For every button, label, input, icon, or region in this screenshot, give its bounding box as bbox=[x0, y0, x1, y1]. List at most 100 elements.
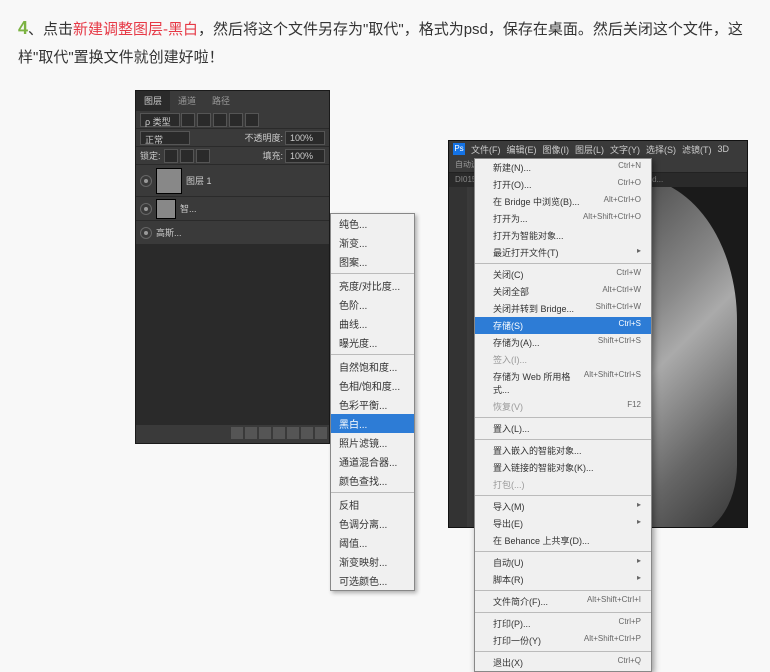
file-menu-item[interactable]: 在 Behance 上共享(D)... bbox=[475, 532, 651, 549]
adj-menu-item[interactable]: 色相/饱和度... bbox=[331, 376, 414, 395]
menu-image[interactable]: 图像(I) bbox=[543, 143, 570, 156]
instruction-text: 4、点击新建调整图层-黑白，然后将这个文件另存为"取代"，格式为psd，保存在桌… bbox=[0, 0, 770, 83]
tab-layers[interactable]: 图层 bbox=[136, 91, 170, 111]
ps-logo-icon: Ps bbox=[453, 143, 465, 155]
tab-paths[interactable]: 路径 bbox=[204, 91, 238, 111]
adj-menu-item[interactable]: 自然饱和度... bbox=[331, 357, 414, 376]
fx-icon[interactable] bbox=[245, 427, 257, 439]
file-menu-item[interactable]: 存储为 Web 所用格式...Alt+Shift+Ctrl+S bbox=[475, 368, 651, 398]
adj-menu-item[interactable]: 色调分离... bbox=[331, 514, 414, 533]
file-menu: 新建(N)...Ctrl+N打开(O)...Ctrl+O在 Bridge 中浏览… bbox=[474, 158, 652, 672]
adj-menu-item[interactable]: 阈值... bbox=[331, 533, 414, 552]
file-menu-item[interactable]: 在 Bridge 中浏览(B)...Alt+Ctrl+O bbox=[475, 193, 651, 210]
filter-shape-icon[interactable] bbox=[229, 113, 243, 127]
highlight-text: 新建调整图层-黑白 bbox=[73, 21, 198, 38]
lock-all-icon[interactable] bbox=[196, 149, 210, 163]
adjustment-menu: 纯色...渐变...图案... 亮度/对比度...色阶...曲线...曝光度...… bbox=[330, 213, 415, 591]
file-menu-item[interactable]: 关闭(C)Ctrl+W bbox=[475, 266, 651, 283]
file-menu-item[interactable]: 存储(S)Ctrl+S bbox=[475, 317, 651, 334]
menu-filter[interactable]: 滤镜(T) bbox=[682, 143, 712, 156]
menu-layer[interactable]: 图层(L) bbox=[575, 143, 604, 156]
file-menu-item[interactable]: 打印一份(Y)Alt+Shift+Ctrl+P bbox=[475, 632, 651, 649]
new-layer-icon[interactable] bbox=[301, 427, 313, 439]
lock-position-icon[interactable] bbox=[180, 149, 194, 163]
opacity-value[interactable]: 100% bbox=[285, 131, 325, 145]
layer-item[interactable]: 高斯... bbox=[136, 221, 329, 245]
layer-name: 高斯... bbox=[156, 226, 182, 239]
file-menu-item[interactable]: 签入(I)... bbox=[475, 351, 651, 368]
file-menu-item[interactable]: 脚本(R) bbox=[475, 571, 651, 588]
layer-type-dropdown[interactable]: ρ 类型 bbox=[140, 113, 180, 127]
mask-icon[interactable] bbox=[259, 427, 271, 439]
filter-adj-icon[interactable] bbox=[197, 113, 211, 127]
fill-value[interactable]: 100% bbox=[285, 149, 325, 163]
file-menu-item[interactable]: 置入嵌入的智能对象... bbox=[475, 442, 651, 459]
adj-menu-item[interactable]: 通道混合器... bbox=[331, 452, 414, 471]
filter-image-icon[interactable] bbox=[181, 113, 195, 127]
layer-item[interactable]: 智... bbox=[136, 197, 329, 221]
adj-menu-item[interactable]: 曲线... bbox=[331, 314, 414, 333]
adj-menu-item[interactable]: 渐变映射... bbox=[331, 552, 414, 571]
file-menu-item[interactable]: 打开为...Alt+Shift+Ctrl+O bbox=[475, 210, 651, 227]
menu-file[interactable]: 文件(F) bbox=[471, 143, 501, 156]
link-icon[interactable] bbox=[231, 427, 243, 439]
adj-menu-item[interactable]: 反相 bbox=[331, 495, 414, 514]
layers-footer bbox=[136, 425, 329, 443]
file-menu-item[interactable]: 置入(L)... bbox=[475, 420, 651, 437]
adj-menu-item[interactable]: 色阶... bbox=[331, 295, 414, 314]
group-icon[interactable] bbox=[287, 427, 299, 439]
trash-icon[interactable] bbox=[315, 427, 327, 439]
layers-panel: 图层 通道 路径 ρ 类型 正常 不透明度: 100% 锁定: 填充: 100% bbox=[135, 90, 330, 444]
menu-edit[interactable]: 编辑(E) bbox=[507, 143, 537, 156]
file-menu-item[interactable]: 退出(X)Ctrl+Q bbox=[475, 654, 651, 671]
menu-text[interactable]: 文字(Y) bbox=[610, 143, 640, 156]
visibility-icon[interactable] bbox=[140, 227, 152, 239]
adj-menu-item[interactable]: 图案... bbox=[331, 252, 414, 271]
step-number: 4 bbox=[18, 18, 28, 38]
file-menu-item[interactable]: 置入链接的智能对象(K)... bbox=[475, 459, 651, 476]
filter-smart-icon[interactable] bbox=[245, 113, 259, 127]
layer-name: 图层 1 bbox=[186, 174, 212, 187]
opacity-label: 不透明度: bbox=[244, 131, 283, 144]
adj-menu-item[interactable]: 可选颜色... bbox=[331, 571, 414, 590]
file-menu-item[interactable]: 文件简介(F)...Alt+Shift+Ctrl+I bbox=[475, 593, 651, 610]
file-menu-item[interactable]: 打开为智能对象... bbox=[475, 227, 651, 244]
layer-item[interactable]: 图层 1 bbox=[136, 165, 329, 197]
file-menu-item[interactable]: 导入(M) bbox=[475, 498, 651, 515]
file-menu-item[interactable]: 关闭并转到 Bridge...Shift+Ctrl+W bbox=[475, 300, 651, 317]
lock-pixels-icon[interactable] bbox=[164, 149, 178, 163]
adj-menu-item[interactable]: 纯色... bbox=[331, 214, 414, 233]
adj-menu-item[interactable]: 亮度/对比度... bbox=[331, 276, 414, 295]
file-menu-item[interactable]: 打印(P)...Ctrl+P bbox=[475, 615, 651, 632]
adj-menu-item[interactable]: 色彩平衡... bbox=[331, 395, 414, 414]
adj-menu-item[interactable]: 黑白... bbox=[331, 414, 414, 433]
layer-thumb bbox=[156, 199, 176, 219]
adj-menu-item[interactable]: 颜色查找... bbox=[331, 471, 414, 490]
layer-name: 智... bbox=[180, 202, 197, 215]
adj-menu-item[interactable]: 照片滤镜... bbox=[331, 433, 414, 452]
adj-menu-item[interactable]: 渐变... bbox=[331, 233, 414, 252]
lock-label: 锁定: bbox=[140, 149, 161, 162]
file-menu-item[interactable]: 导出(E) bbox=[475, 515, 651, 532]
file-menu-item[interactable]: 打开(O)...Ctrl+O bbox=[475, 176, 651, 193]
file-menu-item[interactable]: 关闭全部Alt+Ctrl+W bbox=[475, 283, 651, 300]
visibility-icon[interactable] bbox=[140, 175, 152, 187]
layer-thumb bbox=[156, 168, 182, 194]
menu-3d[interactable]: 3D bbox=[718, 144, 730, 154]
new-adjustment-icon[interactable] bbox=[273, 427, 285, 439]
tools-panel[interactable] bbox=[449, 187, 467, 527]
file-menu-item[interactable]: 新建(N)...Ctrl+N bbox=[475, 159, 651, 176]
tab-channels[interactable]: 通道 bbox=[170, 91, 204, 111]
file-menu-item[interactable]: 存储为(A)...Shift+Ctrl+S bbox=[475, 334, 651, 351]
menu-select[interactable]: 选择(S) bbox=[646, 143, 676, 156]
panel-tabs: 图层 通道 路径 bbox=[136, 91, 329, 111]
file-menu-item[interactable]: 恢复(V)F12 bbox=[475, 398, 651, 415]
blend-mode-dropdown[interactable]: 正常 bbox=[140, 131, 190, 145]
filter-text-icon[interactable] bbox=[213, 113, 227, 127]
visibility-icon[interactable] bbox=[140, 203, 152, 215]
adj-menu-item[interactable]: 曝光度... bbox=[331, 333, 414, 352]
menubar: Ps 文件(F) 编辑(E) 图像(I) 图层(L) 文字(Y) 选择(S) 滤… bbox=[449, 141, 747, 157]
file-menu-item[interactable]: 打包(...) bbox=[475, 476, 651, 493]
file-menu-item[interactable]: 最近打开文件(T) bbox=[475, 244, 651, 261]
fill-label: 填充: bbox=[262, 149, 283, 162]
